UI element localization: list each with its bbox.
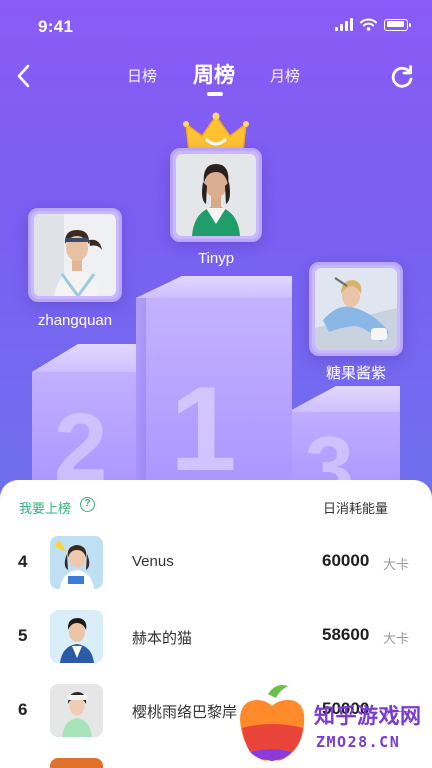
tab-monthly[interactable]: 月榜 [270,65,300,86]
first-place-photo [176,154,256,236]
user-avatar [50,684,103,737]
tab-weekly[interactable]: 周榜 [193,59,235,89]
question-circle-icon[interactable]: ? [80,497,95,512]
metric-column-label: 日消耗能量 [323,501,389,516]
partial-avatar [50,758,103,768]
rank-number: 4 [18,552,28,571]
third-place-name: 糖果酱紫 [325,365,386,382]
third-place-avatar[interactable] [309,262,403,356]
watermark-title: 知乎游戏网 [314,705,422,728]
status-time: 9:41 [38,17,74,36]
signal-icon [335,18,353,31]
ranking-row[interactable]: 5 赫本的猫 58600 大卡 [0,606,432,666]
third-place-photo [315,268,397,350]
energy-score: 60000 [322,551,370,570]
user-avatar [50,610,103,663]
wifi-icon [360,18,377,31]
active-tab-indicator [207,92,223,96]
ranking-hero: 2 3 1 9:41 日榜 周榜 月榜 Tinyp zhangquan 糖果酱紫 [0,0,432,500]
energy-score: 58600 [322,625,370,644]
first-place-name: Tinyp [197,250,235,267]
second-place-avatar[interactable] [28,208,122,302]
second-place-name: zhangquan [37,312,113,329]
rank-number: 6 [18,700,28,719]
second-place-photo [34,214,116,296]
top-navigation: 日榜 周榜 月榜 [0,55,432,96]
rank-number: 5 [18,626,28,645]
period-tabs: 日榜 周榜 月榜 [0,55,432,96]
refresh-icon[interactable] [388,63,416,91]
podium-number-1: 1 [170,362,237,496]
user-avatar [50,536,103,589]
user-name: 樱桃雨络巴黎岸 [132,704,238,721]
tab-daily[interactable]: 日榜 [127,65,157,86]
energy-unit: 大卡 [383,631,410,646]
battery-icon [384,18,411,31]
first-place-avatar[interactable] [170,148,262,242]
ranking-row[interactable]: 4 Venus 60000 大卡 [0,532,432,592]
user-name: Venus [132,553,174,570]
join-ranking-link[interactable]: 我要上榜 [19,498,71,517]
status-icons [335,18,411,31]
energy-unit: 大卡 [383,557,410,572]
status-bar: 9:41 [0,0,432,52]
user-name: 赫本的猫 [132,630,193,647]
ranking-list-header: 我要上榜 ? 日消耗能量 [0,496,432,518]
watermark-url: ZMO28.CN [316,733,401,751]
